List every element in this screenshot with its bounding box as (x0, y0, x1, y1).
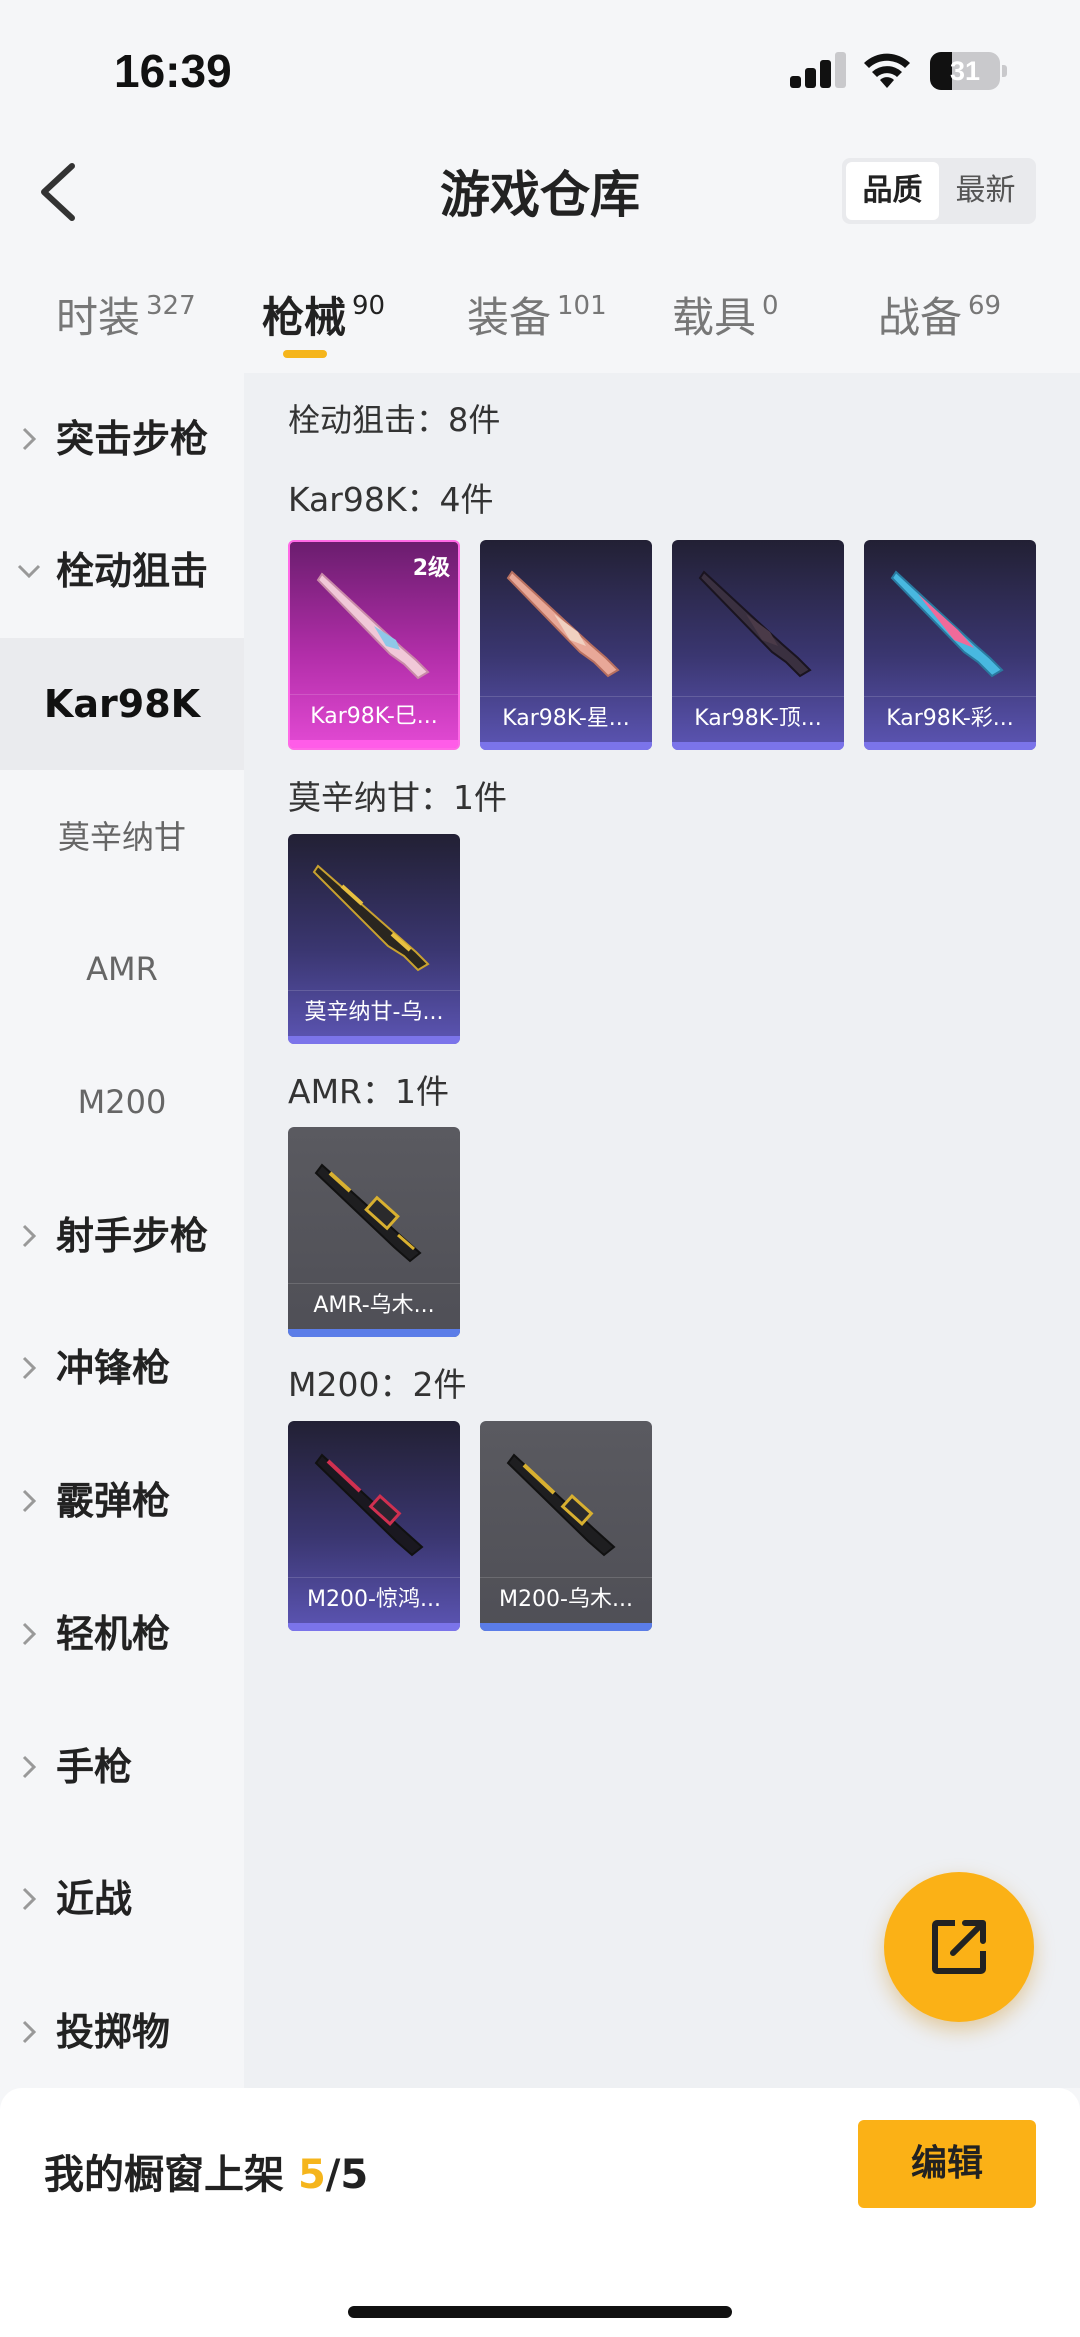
item-name: 莫辛纳甘-乌... (288, 990, 460, 1034)
active-tab-indicator (283, 350, 327, 358)
rifle-skin-image (890, 570, 1004, 678)
item-card[interactable]: AMR-乌木... (288, 1127, 460, 1337)
group-title-mosin: 莫辛纳甘：1件 (288, 778, 507, 817)
chevron-right-icon (22, 1489, 36, 1513)
rifle-skin-image (506, 1453, 616, 1557)
item-card[interactable]: M200-乌木... (480, 1421, 652, 1631)
tab-count: 327 (146, 291, 196, 321)
rifle-skin-image (314, 1453, 424, 1557)
sidebar-item-pistol[interactable]: 手枪 (0, 1701, 244, 1833)
status-bar: 16:39 31 (0, 0, 1080, 140)
rarity-bar (290, 740, 458, 748)
rifle-skin-image (698, 570, 812, 678)
sidebar-item-assault-rifle[interactable]: 突击步枪 (0, 373, 244, 505)
category-summary: 栓动狙击：8件 (288, 401, 501, 439)
sidebar-item-smg[interactable]: 冲锋枪 (0, 1302, 244, 1434)
sidebar-sub-kar98k[interactable]: Kar98K (0, 638, 244, 770)
home-indicator (348, 2306, 732, 2318)
item-name: Kar98K-星... (480, 696, 652, 740)
chevron-right-icon (22, 427, 36, 451)
chevron-right-icon (22, 1622, 36, 1646)
sort-quality-button[interactable]: 品质 (846, 162, 939, 220)
rifle-skin-image (314, 1163, 422, 1263)
tab-count: 90 (352, 291, 386, 321)
item-card[interactable]: M200-惊鸿... (288, 1421, 460, 1631)
cellular-signal-icon (790, 52, 846, 88)
sidebar-item-melee[interactable]: 近战 (0, 1833, 244, 1965)
group-title-m200: M200：2件 (288, 1365, 467, 1404)
sidebar-sub-amr[interactable]: AMR (0, 903, 244, 1035)
tab-count: 0 (762, 291, 779, 321)
chevron-right-icon (22, 1224, 36, 1248)
tab-fashion[interactable]: 时装 327 (56, 284, 196, 364)
item-card[interactable]: Kar98K-星... (480, 540, 652, 750)
tab-count: 101 (557, 291, 607, 321)
item-name: Kar98K-巳... (290, 694, 458, 738)
sidebar-item-lmg[interactable]: 轻机枪 (0, 1568, 244, 1700)
group-title-amr: AMR：1件 (288, 1072, 449, 1111)
sidebar-item-throwable[interactable]: 投掷物 (0, 1966, 244, 2098)
rarity-bar (864, 742, 1036, 750)
sidebar-item-shotgun[interactable]: 霰弹枪 (0, 1435, 244, 1567)
rarity-bar (480, 742, 652, 750)
status-time: 16:39 (114, 45, 232, 97)
rifle-skin-image (506, 570, 620, 678)
rarity-bar (288, 1036, 460, 1044)
item-name: M200-乌木... (480, 1577, 652, 1621)
battery-icon: 31 (930, 52, 1007, 90)
sort-toggle: 品质 最新 (842, 158, 1036, 224)
rifle-skin-image (312, 864, 430, 972)
item-name: Kar98K-顶... (672, 696, 844, 740)
rarity-bar (672, 742, 844, 750)
chevron-right-icon (22, 1887, 36, 1911)
sort-newest-button[interactable]: 最新 (939, 162, 1032, 220)
chevron-right-icon (22, 2020, 36, 2044)
tab-count: 69 (968, 291, 1002, 321)
group-title-kar98k: Kar98K：4件 (288, 480, 494, 519)
tab-vehicles[interactable]: 载具 0 (672, 284, 779, 364)
chevron-right-icon (22, 1356, 36, 1380)
sidebar-item-bolt-sniper[interactable]: 栓动狙击 (0, 505, 244, 637)
battery-level: 31 (949, 56, 981, 86)
sidebar-item-marksman-rifle[interactable]: 射手步枪 (0, 1170, 244, 1302)
item-grid-panel: 栓动狙击：8件 Kar98K：4件 2级 Kar98K-巳... Kar98K-… (244, 373, 1080, 2088)
item-card[interactable]: 2级 Kar98K-巳... (288, 540, 460, 750)
chevron-down-icon (17, 564, 41, 578)
item-card[interactable]: Kar98K-顶... (672, 540, 844, 750)
showcase-current-count: 5 (297, 2152, 326, 2198)
rarity-bar (288, 1623, 460, 1631)
share-export-icon (932, 1920, 986, 1974)
showcase-status: 我的橱窗上架 5/5 (44, 2152, 369, 2198)
rifle-skin-image (316, 572, 430, 680)
item-name: AMR-乌木... (288, 1283, 460, 1327)
item-card[interactable]: 莫辛纳甘-乌... (288, 834, 460, 1044)
item-name: Kar98K-彩... (864, 696, 1036, 740)
share-button[interactable] (884, 1872, 1034, 2022)
item-card[interactable]: Kar98K-彩... (864, 540, 1036, 750)
sidebar-sub-mosin[interactable]: 莫辛纳甘 (0, 771, 244, 903)
wifi-icon (864, 53, 910, 88)
showcase-bar: 我的橱窗上架 5/5 编辑 (0, 2088, 1080, 2337)
rarity-bar (480, 1623, 652, 1631)
tab-supplies[interactable]: 战备 69 (878, 284, 1001, 364)
sidebar-sub-m200[interactable]: M200 (0, 1036, 244, 1168)
rarity-bar (288, 1329, 460, 1337)
item-name: M200-惊鸿... (288, 1577, 460, 1621)
category-sidebar: 突击步枪 栓动狙击 Kar98K 莫辛纳甘 AMR M200 射手步枪 冲锋枪 … (0, 373, 244, 2088)
chevron-right-icon (22, 1755, 36, 1779)
tab-equipment[interactable]: 装备 101 (467, 284, 607, 364)
edit-button[interactable]: 编辑 (858, 2120, 1036, 2208)
